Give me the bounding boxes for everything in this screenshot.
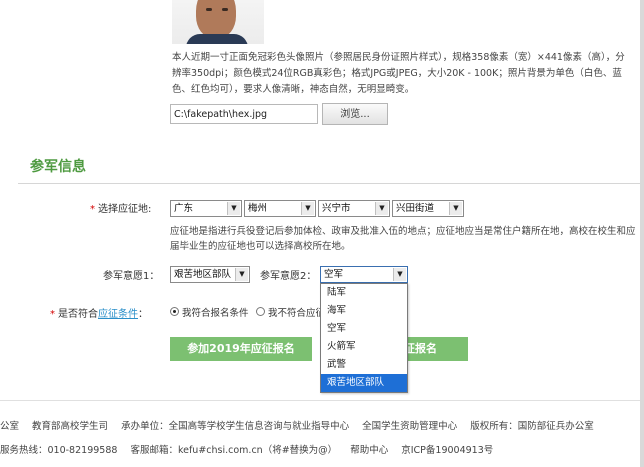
street-value: 兴田街道	[396, 203, 435, 214]
service-hotline: 服务热线：010-82199588	[0, 445, 118, 456]
wish1-value: 艰苦地区部队	[174, 269, 232, 280]
dropdown-option[interactable]: 火箭军	[321, 338, 407, 356]
city-select[interactable]: 梅州 ▼	[244, 200, 316, 217]
dropdown-option-highlighted[interactable]: 艰苦地区部队	[321, 374, 407, 392]
service-email: 客服邮箱：kefu#chsi.com.cn（将#替换为@）	[130, 445, 338, 456]
wish2-value: 空军	[324, 269, 344, 280]
section-divider	[18, 183, 644, 184]
section-title: 参军信息	[30, 159, 86, 175]
radio-no-label: 我不符合应征	[268, 308, 326, 319]
condition-label: * 是否符合应征条件：	[50, 309, 148, 320]
chevron-down-icon: ▼	[301, 202, 314, 215]
footer-divider	[0, 400, 644, 401]
dropdown-option[interactable]: 空军	[321, 320, 407, 338]
radio-yes-label: 我符合报名条件	[182, 308, 249, 319]
apply-2019-button[interactable]: 参加2019年应征报名	[170, 337, 312, 361]
wish1-select[interactable]: 艰苦地区部队 ▼	[170, 266, 250, 283]
footer-text: 承办单位：全国高等学校学生信息咨询与就业指导中心	[121, 421, 350, 432]
dropdown-option[interactable]: 武警	[321, 356, 407, 374]
footer-line-2: 服务热线：010-82199588 客服邮箱：kefu#chsi.com.cn（…	[0, 442, 503, 456]
help-center-link[interactable]: 帮助中心	[350, 445, 388, 456]
dropdown-option[interactable]: 陆军	[321, 284, 407, 302]
footer-text: 版权所有：国防部征兵办公室	[470, 421, 594, 432]
photo-file-input[interactable]: C:\fakepath\hex.jpg	[170, 104, 318, 124]
footer-line-1: 公室 教育部高校学生司 承办单位：全国高等学校学生信息咨询与就业指导中心 全国学…	[0, 418, 604, 432]
wish1-label: 参军意愿1：	[103, 271, 160, 282]
location-label: * 选择应征地:	[90, 204, 152, 215]
footer-text: 公室	[0, 421, 20, 432]
dropdown-option[interactable]: 海军	[321, 302, 407, 320]
radio-no[interactable]	[256, 307, 265, 316]
icp-link[interactable]: 京ICP备19004913号	[401, 445, 493, 456]
province-value: 广东	[174, 203, 194, 214]
city-value: 梅州	[248, 203, 268, 214]
photo-requirements: 本人近期一寸正面免冠彩色头像照片（参照居民身份证照片样式），规格358像素（宽）…	[172, 52, 625, 95]
wish2-dropdown-list[interactable]: 陆军 海军 空军 火箭军 武警 艰苦地区部队	[320, 283, 408, 393]
district-select[interactable]: 兴宁市 ▼	[318, 200, 390, 217]
street-select[interactable]: 兴田街道 ▼	[392, 200, 464, 217]
province-select[interactable]: 广东 ▼	[170, 200, 242, 217]
scrollbar-edge[interactable]	[640, 0, 644, 467]
apply-other-button[interactable]: 征报名	[398, 337, 468, 361]
chevron-down-icon: ▼	[375, 202, 388, 215]
chevron-down-icon: ▼	[393, 268, 406, 281]
radio-yes[interactable]	[170, 307, 179, 316]
location-note: 应征地是指进行兵役登记后参加体检、政审及批准入伍的地点；应征地应当是常住户籍所在…	[170, 226, 636, 252]
wish2-select[interactable]: 空军 ▼	[320, 266, 408, 283]
applicant-photo	[172, 0, 264, 44]
district-value: 兴宁市	[322, 203, 351, 214]
location-label-text: 选择应征地:	[98, 204, 152, 215]
browse-button[interactable]: 浏览...	[322, 103, 388, 125]
footer-link[interactable]: 教育部高校学生司	[32, 421, 108, 432]
wish2-label: 参军意愿2：	[260, 271, 317, 282]
conditions-link[interactable]: 应征条件	[98, 309, 138, 320]
footer-link[interactable]: 全国学生资助管理中心	[362, 421, 457, 432]
chevron-down-icon: ▼	[449, 202, 462, 215]
chevron-down-icon: ▼	[235, 268, 248, 281]
condition-label-suffix: ：	[138, 309, 148, 320]
condition-label-prefix: 是否符合	[58, 309, 98, 320]
chevron-down-icon: ▼	[227, 202, 240, 215]
